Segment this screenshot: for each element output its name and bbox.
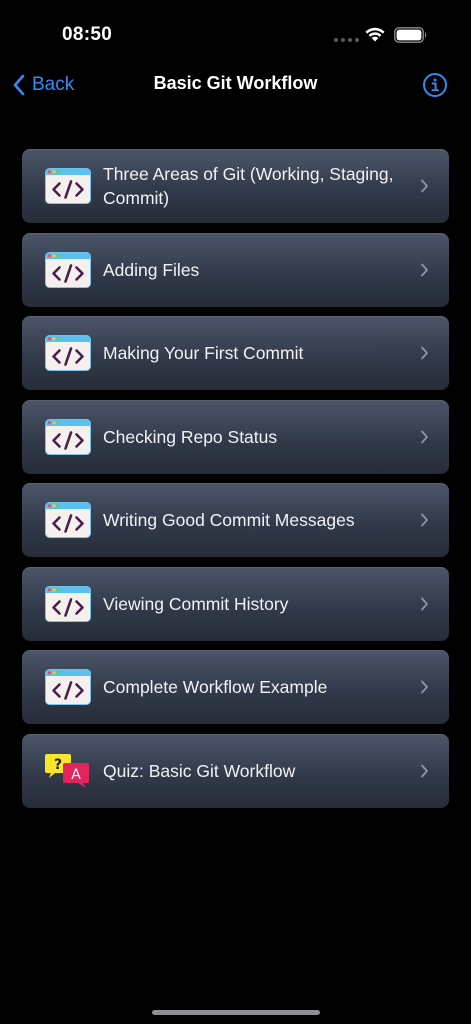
navigation-bar: Back Basic Git Workflow xyxy=(0,62,471,108)
lesson-label: Writing Good Commit Messages xyxy=(103,510,355,530)
code-window-icon xyxy=(45,251,91,288)
cellular-signal-icon xyxy=(334,38,359,42)
wifi-icon xyxy=(365,27,385,42)
code-window-icon xyxy=(45,502,91,538)
lesson-item[interactable]: Complete Workflow Example xyxy=(22,650,449,724)
code-window-icon xyxy=(45,335,91,371)
svg-text:?: ? xyxy=(54,757,62,773)
chevron-right-icon xyxy=(421,597,428,610)
lesson-label: Adding Files xyxy=(103,259,200,280)
lesson-item[interactable]: Writing Good Commit Messages xyxy=(22,483,449,557)
lesson-label: Complete Workflow Example xyxy=(103,677,328,697)
chevron-right-icon xyxy=(421,513,428,527)
code-window-icon xyxy=(45,418,91,455)
lesson-item[interactable]: Three Areas of Git (Working, Staging, Co… xyxy=(22,149,449,223)
svg-text:A: A xyxy=(71,767,81,783)
chevron-right-icon xyxy=(421,179,428,193)
info-circle-icon[interactable] xyxy=(422,72,448,98)
status-time: 08:50 xyxy=(62,24,113,45)
lesson-list: Three Areas of Git (Working, Staging, Co… xyxy=(22,149,449,808)
lesson-item[interactable]: Viewing Commit History xyxy=(22,566,449,641)
chevron-right-icon xyxy=(421,346,428,360)
lesson-item[interactable]: Adding Files xyxy=(22,232,449,307)
code-window-icon xyxy=(45,669,91,705)
chevron-right-icon xyxy=(421,263,428,276)
lesson-label: Quiz: Basic Git Workflow xyxy=(103,760,296,781)
page-title: Basic Git Workflow xyxy=(153,73,318,93)
lesson-item[interactable]: Checking Repo Status xyxy=(22,399,449,474)
chevron-right-icon xyxy=(421,764,428,777)
lesson-item[interactable]: Making Your First Commit xyxy=(22,316,449,390)
quiz-bubbles-icon: ? A xyxy=(45,753,89,788)
lesson-label: Making Your First Commit xyxy=(103,343,304,363)
lesson-label: Three Areas of Git (Working, Staging, Co… xyxy=(103,164,394,208)
chevron-right-icon xyxy=(421,430,428,443)
status-bar: 08:50 xyxy=(0,0,471,70)
home-indicator[interactable] xyxy=(152,1010,320,1015)
lesson-label: Viewing Commit History xyxy=(103,593,289,614)
code-window-icon xyxy=(45,168,91,204)
battery-icon xyxy=(394,27,427,43)
chevron-right-icon xyxy=(421,680,428,694)
screen: 08:50 Back Basic Git Workflow Three Area… xyxy=(0,0,471,1024)
code-window-icon xyxy=(45,585,91,622)
lesson-item[interactable]: ? A Quiz: Basic Git Workflow xyxy=(22,733,449,808)
lesson-label: Checking Repo Status xyxy=(103,426,278,447)
